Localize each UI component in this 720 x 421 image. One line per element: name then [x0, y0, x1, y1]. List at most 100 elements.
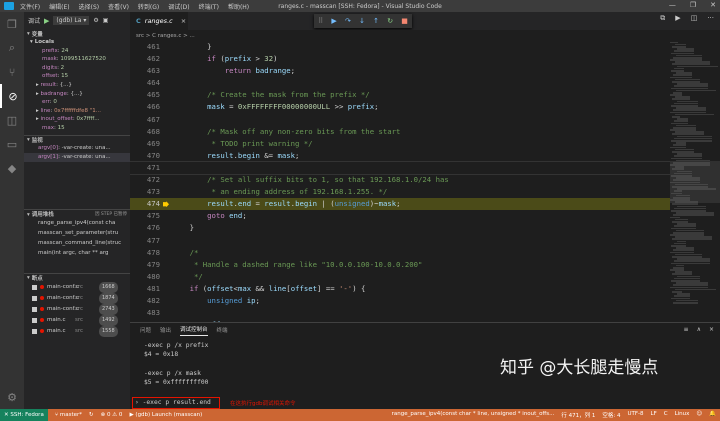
code-line[interactable]: 461 }: [130, 41, 670, 53]
breakpoint-item[interactable]: main-conf.c src 1874: [24, 292, 130, 304]
step-out-icon[interactable]: ↑: [373, 17, 379, 25]
close-panel-icon[interactable]: ×: [709, 326, 714, 333]
docker-icon[interactable]: ◆: [0, 156, 24, 180]
locals-group[interactable]: ▾ Locals: [24, 38, 130, 47]
code-line[interactable]: 474 result.end = result.begin | (unsigne…: [130, 198, 670, 211]
minimize-button[interactable]: —: [669, 1, 676, 9]
start-debug-icon[interactable]: ▶: [44, 17, 49, 25]
maximize-button[interactable]: ❐: [690, 1, 696, 9]
variable-row[interactable]: mask: 1099511627520: [24, 55, 130, 64]
source-control-icon[interactable]: ⑂: [0, 60, 24, 84]
code-line[interactable]: 462 if (prefix > 32): [130, 53, 670, 65]
compare-icon[interactable]: ⧉: [660, 14, 665, 23]
gear-icon[interactable]: ⚙: [93, 17, 98, 24]
platform[interactable]: Linux: [675, 411, 690, 419]
problems-count[interactable]: ⊗ 0 ⚠ 0: [101, 412, 123, 418]
variable-row[interactable]: ▸ badrange: {...}: [24, 90, 130, 99]
code-line[interactable]: 480 */: [130, 271, 670, 283]
code-line[interactable]: 472 /* Set all suffix bits to 1, so that…: [130, 174, 670, 186]
extensions-icon[interactable]: ◫: [0, 108, 24, 132]
minimap[interactable]: [670, 41, 720, 322]
debug-config-select[interactable]: (gdb) La ▾: [53, 16, 90, 25]
stop-icon[interactable]: ■: [401, 17, 408, 25]
search-icon[interactable]: ⌕: [0, 36, 24, 60]
variable-row[interactable]: ▸ inout_offset: 0x7ffff...: [24, 115, 130, 124]
code-line[interactable]: 476 }: [130, 222, 670, 234]
checkbox[interactable]: [32, 328, 37, 334]
filter-icon[interactable]: ≡: [684, 326, 689, 333]
encoding[interactable]: UTF-8: [627, 411, 643, 419]
code-line[interactable]: 481 if (offset<max && line[offset] == '-…: [130, 283, 670, 295]
menu-go[interactable]: 转到(G): [138, 2, 159, 11]
code-line[interactable]: 468 /* Mask off any non-zero bits from t…: [130, 126, 670, 138]
code-line[interactable]: 473 * an ending address of 192.168.1.255…: [130, 186, 670, 198]
run-icon[interactable]: ▶: [675, 14, 680, 23]
breadcrumb[interactable]: src > C ranges.c > ...: [130, 30, 720, 41]
menu-debug[interactable]: 调试(D): [168, 2, 189, 11]
code-line[interactable]: 470 result.begin &= mask;: [130, 150, 670, 162]
tab-ranges-c[interactable]: C ranges.c ×: [130, 12, 188, 30]
stack-frame[interactable]: masscan_set_parameter(stru: [24, 228, 130, 238]
step-into-icon[interactable]: ↓: [359, 17, 365, 25]
split-editor-icon[interactable]: ◫: [691, 14, 698, 23]
code-line[interactable]: 479 * Handle a dashed range like "10.0.0…: [130, 259, 670, 271]
settings-gear-icon[interactable]: ⚙: [0, 385, 24, 409]
panel-tab[interactable]: 输出: [160, 326, 171, 334]
feedback-icon[interactable]: ☺: [696, 411, 702, 419]
code-line[interactable]: 477: [130, 235, 670, 247]
debug-icon[interactable]: ⊘: [0, 84, 24, 108]
code-line[interactable]: 464: [130, 77, 670, 89]
checkbox[interactable]: [32, 306, 37, 312]
code-editor[interactable]: 461 } 462 if (prefix > 32) 463 return badr…: [130, 41, 670, 322]
panel-tab[interactable]: 终端: [217, 326, 228, 334]
maximize-panel-icon[interactable]: ∧: [697, 326, 701, 333]
checkbox[interactable]: [32, 317, 37, 323]
panel-tab[interactable]: 调试控制台: [180, 325, 208, 336]
cursor-position[interactable]: 行 471，列 1: [561, 411, 595, 419]
close-window-button[interactable]: ✕: [710, 1, 716, 9]
variable-row[interactable]: prefix: 24: [24, 47, 130, 56]
git-branch[interactable]: ⑂ master*: [55, 412, 82, 418]
code-line[interactable]: 465 /* Create the mask from the prefix *…: [130, 89, 670, 101]
breakpoint-item[interactable]: main.c src 1492: [24, 314, 130, 326]
variable-row[interactable]: offset: 15: [24, 72, 130, 81]
debug-console-icon[interactable]: ▣: [103, 17, 109, 24]
code-line[interactable]: 483: [130, 307, 670, 319]
debug-console-input[interactable]: › -exec p result.end: [132, 397, 220, 409]
variable-row[interactable]: max: 15: [24, 124, 130, 133]
code-line[interactable]: 471: [130, 160, 670, 176]
breakpoint-item[interactable]: main-conf.c src 1668: [24, 281, 130, 293]
menu-help[interactable]: 帮助(H): [228, 2, 249, 11]
breakpoint-item[interactable]: main-conf.c src 2743: [24, 303, 130, 315]
code-line[interactable]: 469 * TODO print warning */: [130, 138, 670, 150]
continue-icon[interactable]: ▶: [331, 17, 336, 25]
stack-frame[interactable]: range_parse_ipv4(const cha: [24, 218, 130, 228]
code-line[interactable]: 467: [130, 114, 670, 126]
eol[interactable]: LF: [651, 411, 657, 419]
menu-edit[interactable]: 编辑(E): [49, 2, 69, 11]
restart-icon[interactable]: ↻: [387, 17, 393, 25]
remote-explorer-icon[interactable]: ▭: [0, 132, 24, 156]
watch-expression[interactable]: argv[1]: -var-create: una...: [24, 152, 130, 162]
stack-frame[interactable]: masscan_command_line(struc: [24, 238, 130, 248]
menu-selection[interactable]: 选择(S): [79, 2, 100, 11]
menu-view[interactable]: 查看(V): [108, 2, 129, 11]
menu-terminal[interactable]: 终端(T): [199, 2, 219, 11]
variable-row[interactable]: ▸ result: {...}: [24, 81, 130, 90]
watch-header[interactable]: ▾ 监视: [24, 134, 130, 144]
breakpoint-item[interactable]: main.c src 1558: [24, 325, 130, 337]
variable-row[interactable]: digits: 2: [24, 64, 130, 73]
language-mode[interactable]: C: [664, 411, 668, 419]
remote-indicator[interactable]: ✕ SSH: Fedora: [0, 409, 48, 421]
sync-icon[interactable]: ↻: [89, 412, 94, 418]
step-over-icon[interactable]: ↷: [345, 17, 351, 25]
breakpoints-header[interactable]: ▾ 断点: [24, 272, 130, 282]
code-line[interactable]: 478 /*: [130, 247, 670, 259]
variable-row[interactable]: err: 0: [24, 98, 130, 107]
close-tab-icon[interactable]: ×: [181, 17, 186, 25]
checkbox[interactable]: [32, 295, 37, 301]
more-actions-icon[interactable]: ···: [707, 14, 714, 23]
variables-header[interactable]: ▾ 变量: [24, 29, 130, 38]
code-line[interactable]: 463 return badrange;: [130, 65, 670, 77]
stack-frame[interactable]: main(int argc, char ** arg: [24, 248, 130, 258]
